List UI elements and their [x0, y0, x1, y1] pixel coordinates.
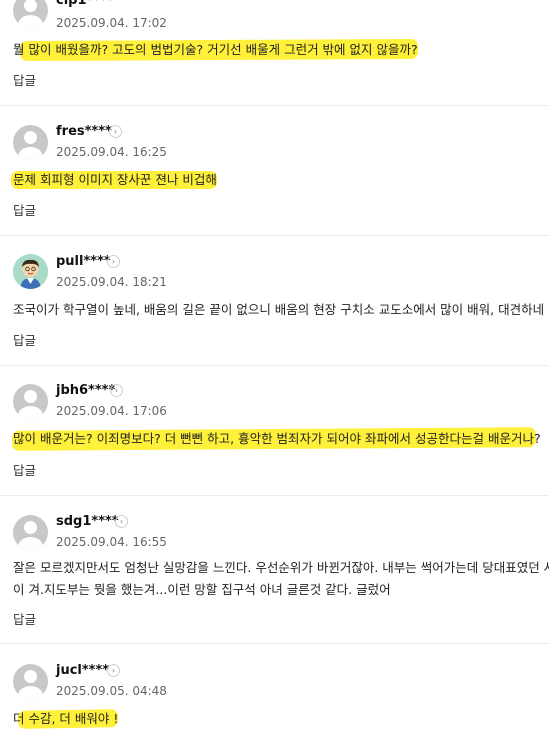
reply-button[interactable]: 답글: [13, 330, 36, 349]
default-avatar-icon[interactable]: [13, 384, 48, 419]
comment-nickname[interactable]: cip1****: [56, 0, 114, 8]
comment-item: sdg1**** › 2025.09.04. 16:55 잘은 모르겠지만서도 …: [0, 496, 549, 644]
default-avatar-icon[interactable]: [13, 664, 48, 699]
comment-item: cip1**** 2025.09.04. 17:02 뭘 많이 배웠을까? 고도…: [0, 0, 549, 106]
cartoon-avatar-icon[interactable]: [13, 254, 48, 289]
comment-nickname[interactable]: jbh6****: [56, 383, 115, 398]
default-avatar-icon[interactable]: [13, 515, 48, 550]
comment-text: 뭘 많이 배웠을까? 고도의 범법기술? 거기선 배울게 그런거 밖에 없지 않…: [13, 42, 418, 57]
default-avatar-icon[interactable]: [13, 125, 48, 160]
reply-button[interactable]: 답글: [13, 460, 36, 479]
reply-button[interactable]: 답글: [13, 70, 36, 89]
comment-text: 더 수감, 더 배워야 !: [13, 711, 119, 726]
comment-item: jucl**** › 2025.09.05. 04:48 더 수감, 더 배워야…: [0, 644, 549, 742]
comment-date: 2025.09.04. 17:06: [56, 404, 167, 418]
reply-button[interactable]: 답글: [13, 738, 36, 742]
comment-nickname[interactable]: pull****: [56, 254, 111, 269]
comment-text: 잘은 모르겠지만서도 엄청난 실망감을 느낀다. 우선순위가 바뀐거잖아. 내부…: [13, 560, 549, 597]
comment-date: 2025.09.04. 17:02: [56, 16, 167, 30]
comment-item: fres**** › 2025.09.04. 16:25 문제 회피형 이미지 …: [0, 106, 549, 236]
comment-text: 문제 회피형 이미지 장사꾼 젼나 비겁해: [13, 172, 217, 187]
comment-nickname[interactable]: fres****: [56, 124, 112, 139]
profile-arrow-icon[interactable]: ›: [109, 125, 122, 138]
comment-text: 많이 배운거는? 이죄명보다? 더 뻔뻔 하고, 흉악한 범죄자가 되어야 좌파…: [13, 431, 541, 446]
comment-item: jbh6**** › 2025.09.04. 17:06 많이 배운거는? 이죄…: [0, 366, 549, 496]
default-avatar-icon[interactable]: [13, 0, 48, 28]
comment-date: 2025.09.04. 18:21: [56, 275, 167, 289]
profile-arrow-icon[interactable]: ›: [107, 664, 120, 677]
profile-arrow-icon[interactable]: ›: [110, 384, 123, 397]
reply-button[interactable]: 답글: [13, 609, 36, 628]
profile-arrow-icon[interactable]: ›: [115, 515, 128, 528]
profile-arrow-icon[interactable]: ›: [107, 255, 120, 268]
comment-text: 조국이가 학구열이 높네, 배움의 길은 끝이 없으니 배움의 현장 구치소 교…: [13, 302, 545, 317]
reply-button[interactable]: 답글: [13, 200, 36, 219]
comment-date: 2025.09.05. 04:48: [56, 684, 167, 698]
comment-item: pull**** › 2025.09.04. 18:21 조국이가 학구열이 높…: [0, 236, 549, 366]
comment-nickname[interactable]: sdg1****: [56, 514, 119, 529]
comment-date: 2025.09.04. 16:55: [56, 535, 167, 549]
comment-date: 2025.09.04. 16:25: [56, 145, 167, 159]
comment-nickname[interactable]: jucl****: [56, 663, 109, 678]
